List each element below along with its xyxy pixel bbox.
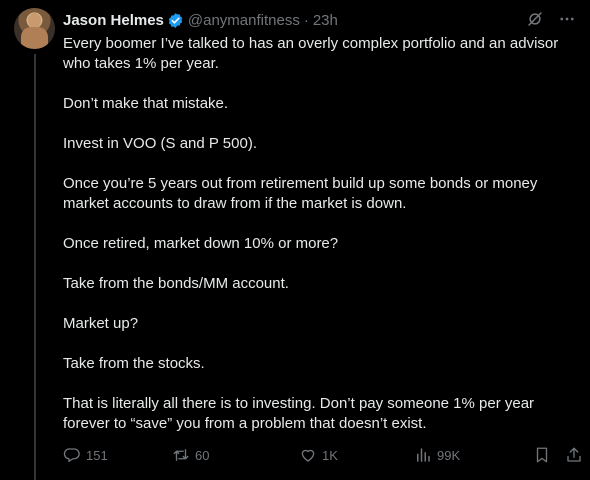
share-button[interactable]	[565, 444, 583, 466]
share-icon	[567, 447, 581, 462]
bookmark-button[interactable]	[533, 444, 551, 466]
post-paragraph: Take from the stocks.	[63, 355, 205, 372]
like-count: 1K	[322, 447, 338, 463]
like-icon	[301, 449, 315, 462]
post-paragraph: Market up?	[63, 315, 139, 332]
post-header: Jason Helmes @anymanfitness · 23h	[63, 9, 338, 31]
more-icon[interactable]	[558, 10, 576, 28]
reply-count: 151	[86, 447, 108, 463]
repost-count: 60	[195, 447, 210, 463]
top-right-actions	[526, 10, 576, 28]
post-paragraph: Once you’re 5 years out from retirement …	[63, 175, 538, 212]
views-button[interactable]: 99K	[414, 444, 460, 466]
post-body: Every boomer I’ve talked to has an overl…	[63, 34, 583, 454]
post-paragraph: Invest in VOO (S and P 500).	[63, 135, 257, 152]
repost-button[interactable]: 60	[172, 444, 209, 466]
grok-icon[interactable]	[526, 10, 544, 28]
repost-icon	[173, 449, 189, 461]
reply-button[interactable]: 151	[63, 444, 108, 466]
avatar-torso	[21, 27, 48, 49]
views-count: 99K	[437, 447, 461, 463]
post-paragraph: That is literally all there is to invest…	[63, 395, 535, 432]
verified-badge-icon[interactable]	[167, 12, 184, 29]
avatar[interactable]	[14, 8, 55, 49]
post-paragraph: Don’t make that mistake.	[63, 95, 229, 112]
views-icon	[417, 448, 430, 462]
post-paragraph: Take from the bonds/MM account.	[63, 275, 289, 292]
bookmark-icon	[536, 447, 548, 463]
author-handle[interactable]: @anymanfitness	[188, 12, 300, 29]
action-bar: 151 60 1K 99K	[63, 444, 583, 466]
post-paragraph: Every boomer I’ve talked to has an overl…	[63, 35, 559, 72]
post-time[interactable]: 23h	[313, 12, 338, 29]
reply-icon	[63, 448, 80, 463]
thread-line	[34, 54, 36, 480]
like-button[interactable]: 1K	[299, 444, 338, 466]
avatar-head	[28, 13, 41, 28]
post-paragraph: Once retired, market down 10% or more?	[63, 235, 339, 252]
separator-dot: ·	[303, 11, 309, 29]
author-name[interactable]: Jason Helmes	[63, 12, 164, 29]
